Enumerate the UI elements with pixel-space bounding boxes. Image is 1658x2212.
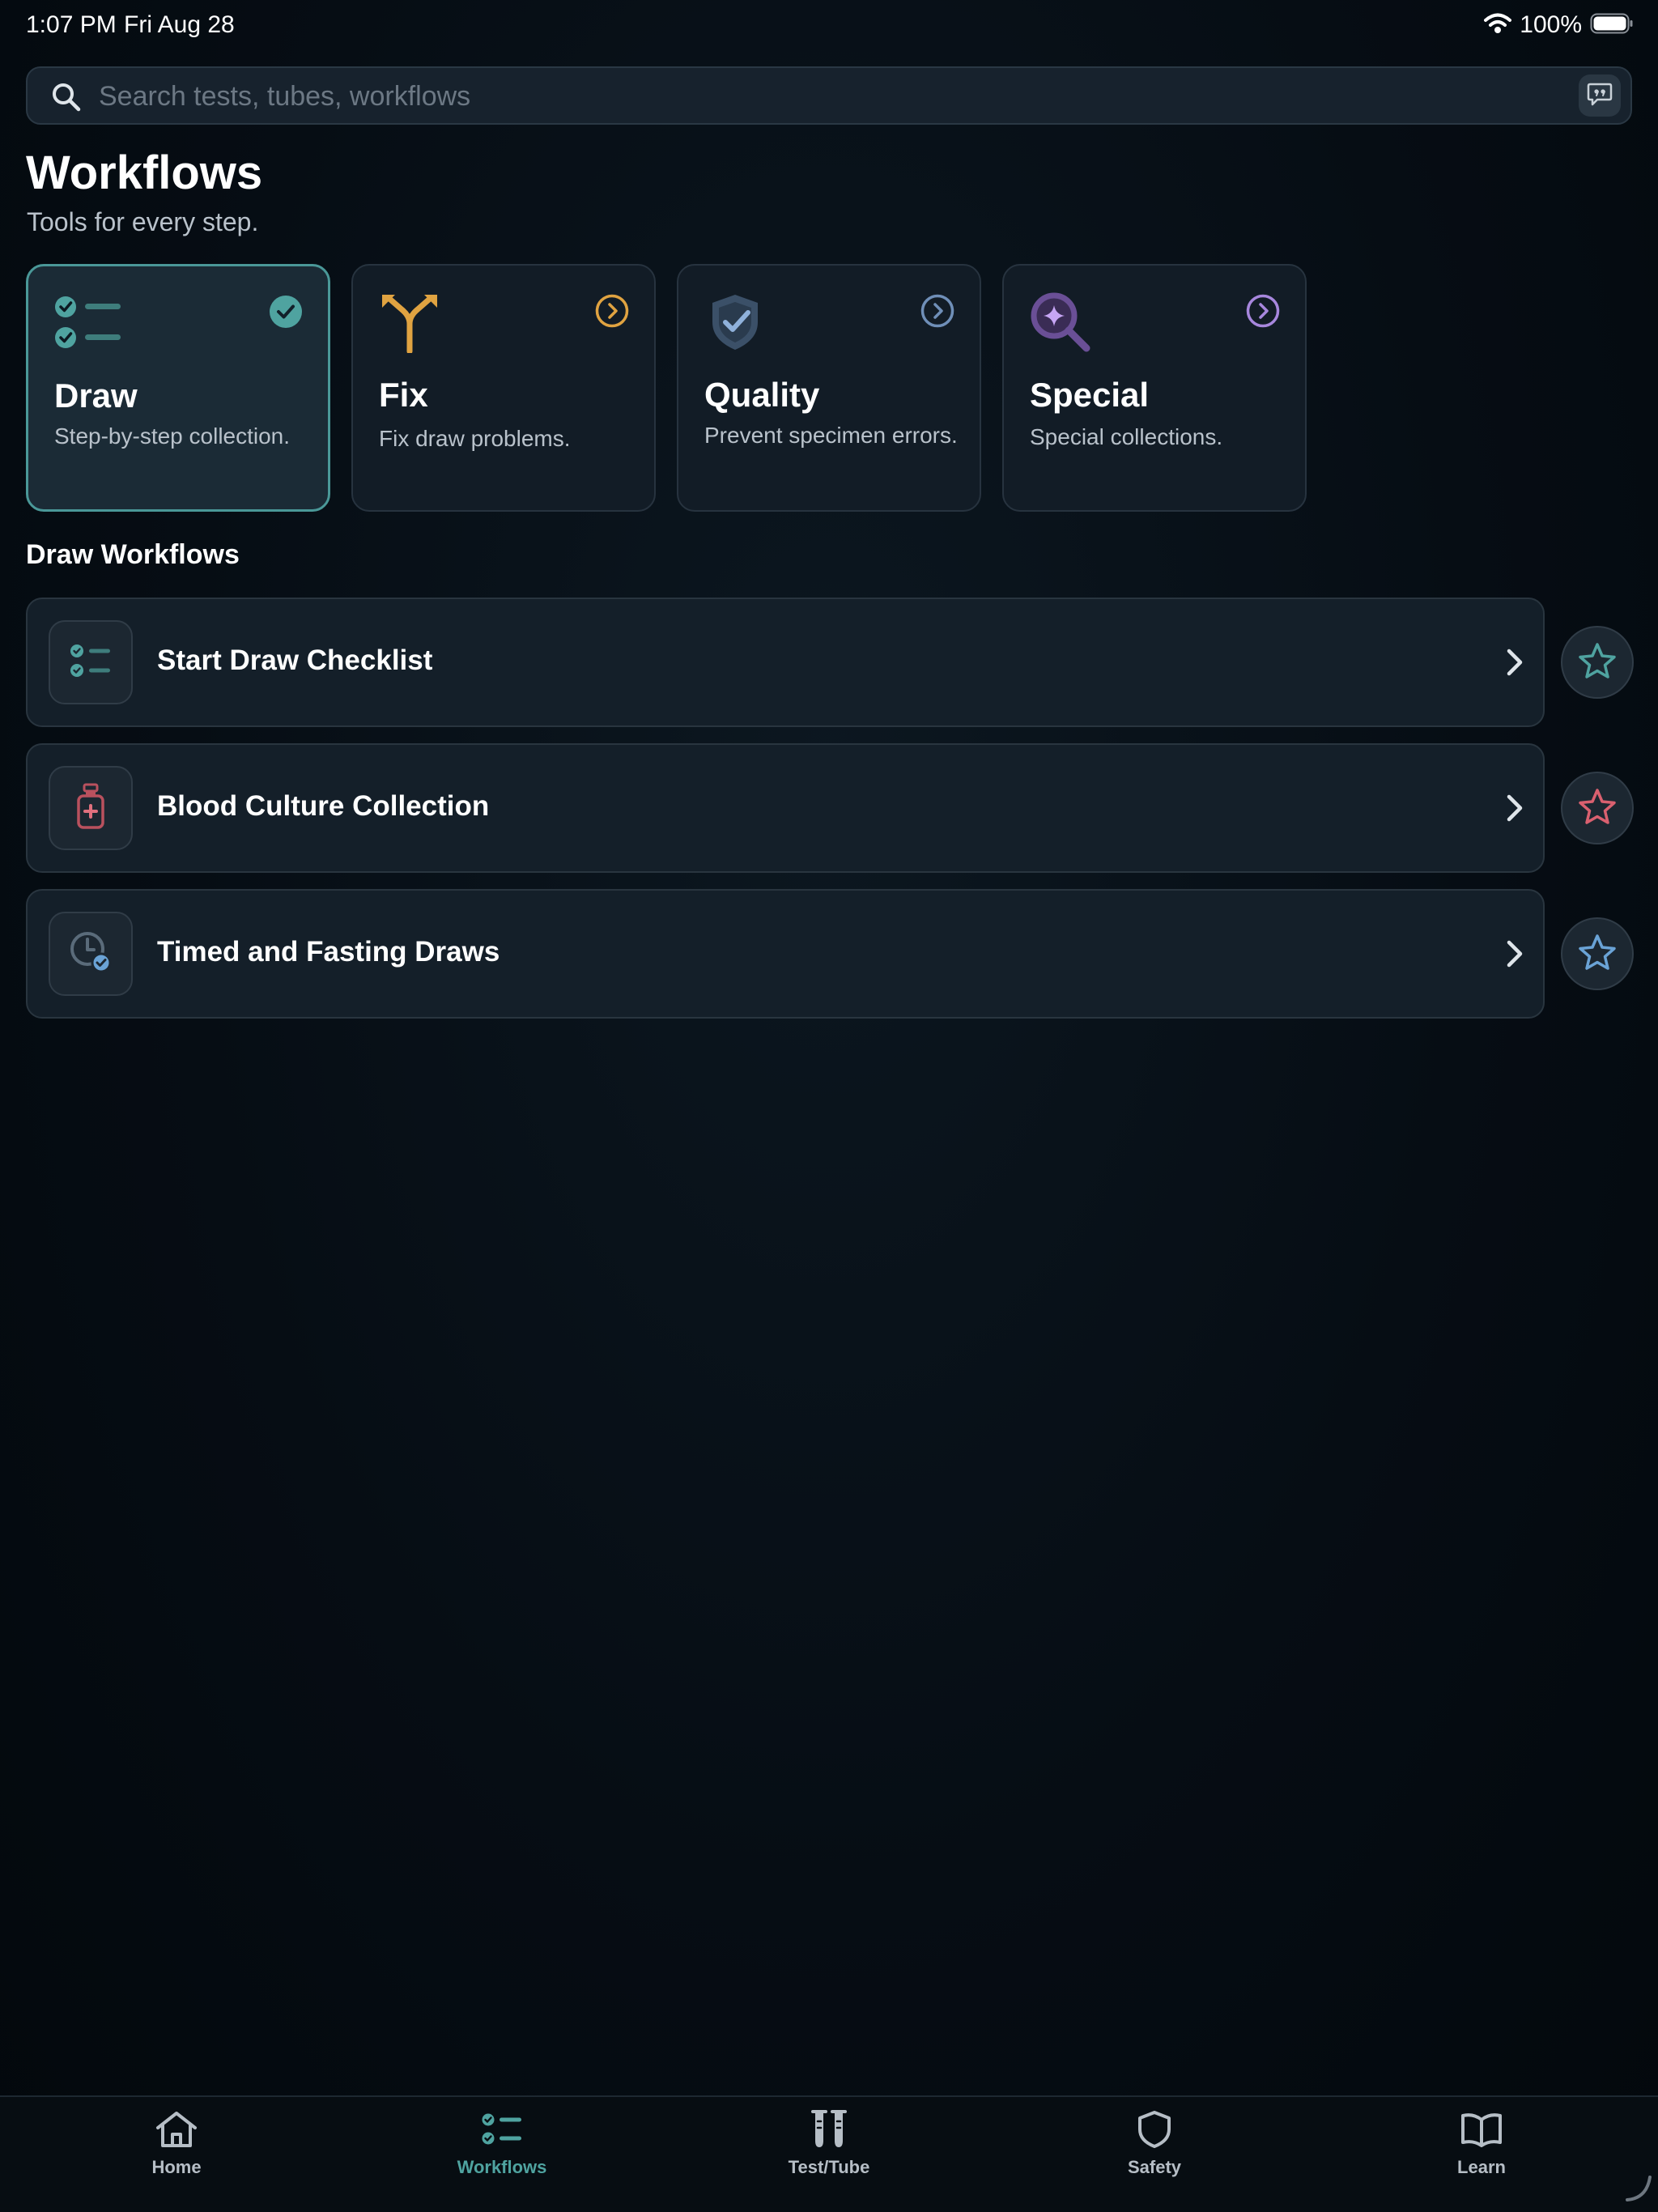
category-card-draw[interactable]: Draw Step-by-step collection.: [26, 264, 330, 512]
chevron-right-icon: [1503, 644, 1525, 684]
page-title: Workflows: [26, 147, 263, 199]
status-time: 1:07 PM: [26, 11, 117, 38]
category-card-special[interactable]: Special Special collections.: [1002, 264, 1307, 512]
section-title: Draw Workflows: [26, 539, 240, 570]
chevron-circle-icon: [920, 293, 955, 333]
magnify-sparkle-icon: [1030, 291, 1091, 357]
tab-test-tube[interactable]: Test/Tube: [748, 2108, 910, 2197]
chevron-right-icon: [1503, 790, 1525, 830]
tab-label: Learn: [1457, 2157, 1506, 2177]
workflow-row-start-draw-checklist[interactable]: Start Draw Checklist: [26, 598, 1545, 727]
star-icon: [1578, 642, 1617, 683]
card-description: Prevent specimen errors.: [704, 423, 958, 448]
home-icon: [155, 2108, 198, 2150]
tab-bar: Home Workflows Test/Tube Safety Learn: [0, 2095, 1658, 2212]
checklist-icon: [481, 2108, 523, 2150]
chevron-circle-icon: [1245, 293, 1281, 333]
book-icon: [1460, 2108, 1503, 2150]
workflow-row-blood-culture-collection[interactable]: Blood Culture Collection: [26, 743, 1545, 873]
check-circle-icon: [268, 294, 304, 334]
chevron-circle-icon: [594, 293, 630, 333]
assistant-button[interactable]: [1579, 74, 1621, 117]
star-icon: [1578, 788, 1617, 829]
chevron-right-icon: [1503, 936, 1525, 976]
card-description: Step-by-step collection.: [54, 423, 291, 449]
card-title: Draw: [54, 376, 138, 415]
tab-label: Test/Tube: [788, 2157, 870, 2177]
row-label: Timed and Fasting Draws: [157, 936, 500, 968]
search-icon: [50, 81, 83, 117]
tab-workflows[interactable]: Workflows: [421, 2108, 583, 2197]
tab-safety[interactable]: Safety: [1073, 2108, 1235, 2197]
star-icon: [1578, 934, 1617, 975]
status-bar: 1:07 PM Fri Aug 28 100%: [0, 0, 1658, 52]
card-title: Special: [1030, 376, 1150, 414]
row-label: Start Draw Checklist: [157, 644, 433, 676]
row-icon-box: [49, 766, 133, 850]
card-title: Quality: [704, 376, 820, 414]
wifi-icon: [1484, 12, 1512, 39]
search-input[interactable]: [99, 76, 1548, 117]
tab-label: Home: [151, 2157, 202, 2177]
card-title: Fix: [379, 376, 428, 414]
status-date: Fri Aug 28: [124, 11, 235, 38]
battery-icon: [1590, 12, 1634, 39]
fork-arrow-icon: [379, 291, 440, 357]
tab-learn[interactable]: Learn: [1401, 2108, 1562, 2197]
row-icon-box: [49, 620, 133, 704]
resize-handle[interactable]: [1624, 2174, 1653, 2207]
card-description: Special collections.: [1030, 424, 1223, 449]
checklist-icon: [54, 292, 127, 358]
row-icon-box: [49, 912, 133, 996]
favorite-button[interactable]: [1561, 772, 1634, 844]
row-label: Blood Culture Collection: [157, 790, 490, 822]
tab-label: Workflows: [457, 2157, 547, 2177]
category-card-fix[interactable]: Fix Fix draw problems.: [351, 264, 656, 512]
card-description: Fix draw problems.: [379, 426, 571, 451]
category-card-quality[interactable]: Quality Prevent specimen errors.: [677, 264, 981, 512]
clock-check-icon: [68, 929, 113, 979]
favorite-button[interactable]: [1561, 626, 1634, 699]
status-indicators: 100%: [1484, 11, 1634, 39]
checklist-icon: [70, 642, 112, 683]
shield-icon: [1137, 2108, 1172, 2150]
workflow-row-timed-and-fasting-draws[interactable]: Timed and Fasting Draws: [26, 889, 1545, 1019]
page-subtitle: Tools for every step.: [27, 207, 259, 236]
shield-check-icon: [704, 291, 766, 357]
test-tubes-icon: [810, 2108, 848, 2150]
favorite-button[interactable]: [1561, 917, 1634, 990]
battery-percent: 100%: [1520, 11, 1582, 38]
tab-home[interactable]: Home: [96, 2108, 257, 2197]
tab-label: Safety: [1127, 2157, 1182, 2177]
search-bar[interactable]: [26, 66, 1632, 125]
chat-quote-icon: [1586, 80, 1613, 112]
bottle-icon: [74, 783, 107, 834]
